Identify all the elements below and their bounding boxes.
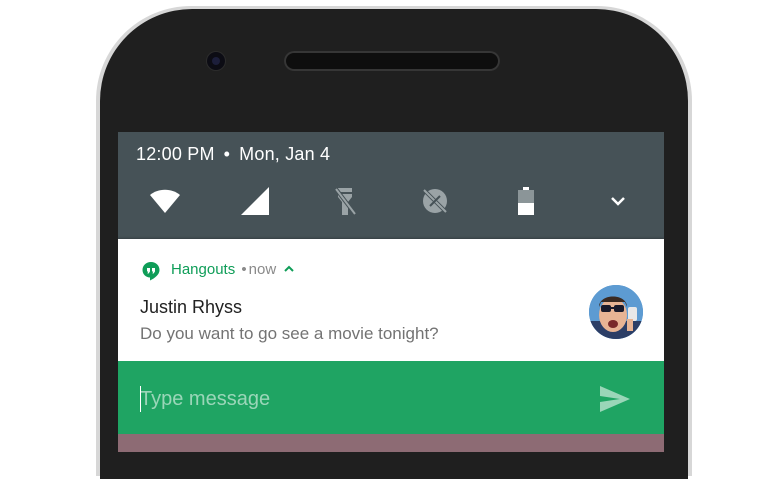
notification-shade-header: 12:00 PM • Mon, Jan 4 (118, 132, 664, 239)
hangouts-icon (141, 261, 161, 281)
quick-settings-row (118, 182, 664, 222)
send-button[interactable] (598, 384, 632, 414)
reply-bar (118, 361, 664, 434)
message-text: Do you want to go see a movie tonight? (140, 324, 439, 343)
cellular-signal-icon[interactable] (238, 184, 272, 218)
status-separator: • (223, 144, 231, 164)
battery-icon[interactable] (509, 184, 543, 218)
screen: 12:00 PM • Mon, Jan 4 Hangouts • now Jus… (118, 132, 664, 452)
wifi-icon[interactable] (148, 184, 182, 218)
location-off-icon[interactable] (418, 184, 452, 218)
status-line: 12:00 PM • Mon, Jan 4 (136, 144, 330, 165)
hangouts-notification-card[interactable]: Hangouts • now Justin Rhyss Do you want t… (118, 239, 664, 361)
app-name: Hangouts (171, 261, 236, 278)
notification-time: now (248, 261, 277, 278)
notification-header: Hangouts • now (171, 261, 295, 279)
flashlight-off-icon[interactable] (328, 184, 362, 218)
collapse-arrow-icon[interactable] (283, 262, 295, 279)
reply-message-input[interactable] (140, 385, 560, 413)
expand-chevron-icon[interactable] (601, 184, 635, 218)
earpiece-speaker (284, 51, 500, 71)
text-cursor (140, 386, 141, 412)
status-time: 12:00 PM (136, 144, 215, 164)
status-date[interactable]: Mon, Jan 4 (239, 144, 330, 164)
sender-name: Justin Rhyss (140, 297, 243, 317)
background-wallpaper-strip (118, 434, 664, 452)
send-icon (600, 386, 630, 412)
front-camera (207, 52, 225, 70)
sender-avatar (589, 285, 643, 339)
header-separator: • (241, 261, 247, 278)
